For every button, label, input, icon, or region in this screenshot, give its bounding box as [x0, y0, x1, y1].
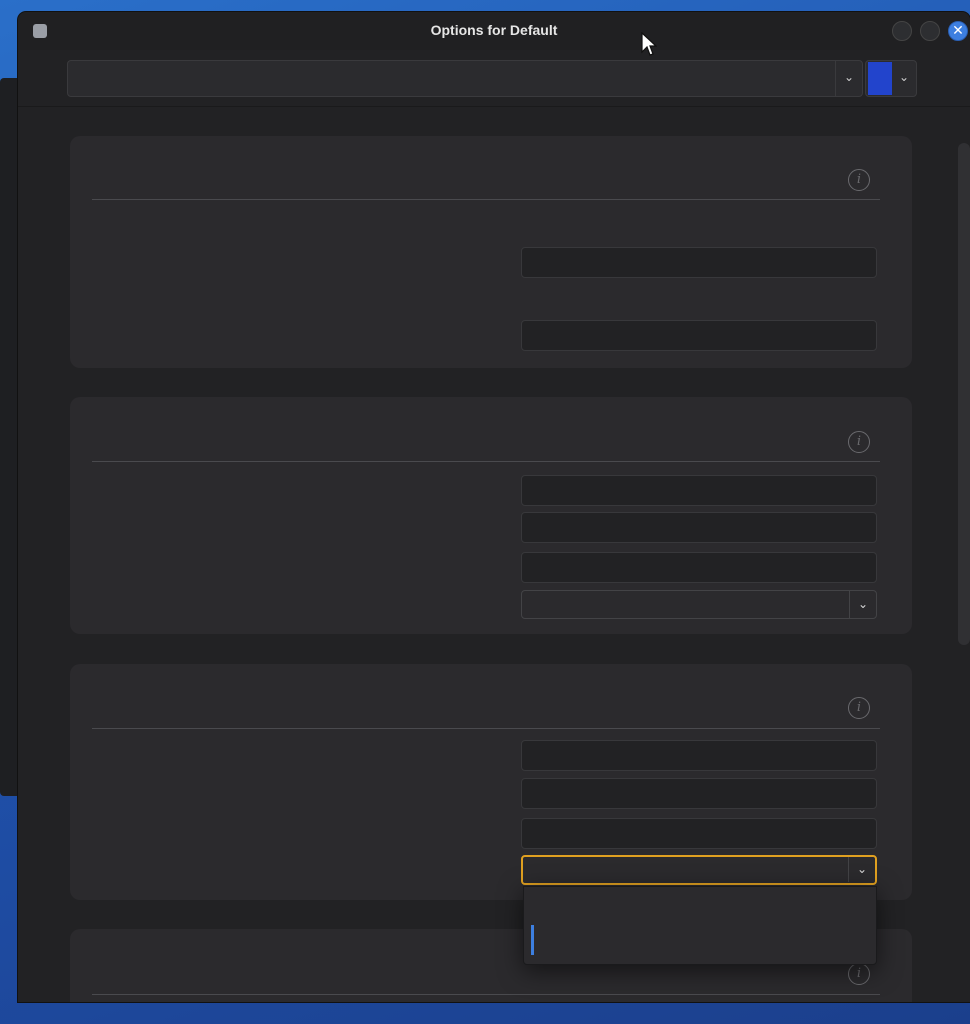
chevron-down-icon[interactable]: ⌄: [892, 61, 916, 96]
section-divider: [92, 199, 880, 200]
dropdown-select-focused[interactable]: ⌄: [521, 855, 877, 885]
selection-indicator: [531, 925, 534, 955]
maximize-button[interactable]: [920, 21, 940, 41]
info-icon[interactable]: i: [848, 431, 870, 453]
vertical-scrollbar[interactable]: [958, 143, 970, 645]
close-button[interactable]: ✕: [948, 21, 968, 41]
dropdown-popup-list[interactable]: [523, 886, 877, 965]
color-swatch: [868, 62, 892, 95]
chevron-down-icon[interactable]: ⌄: [835, 61, 862, 96]
minimize-button[interactable]: [892, 21, 912, 41]
close-icon: ✕: [952, 23, 964, 39]
options-dialog: Options for Default ✕ ⌄ ⌄ i i ⌄ i ⌄ i: [18, 12, 970, 1002]
options-section-1: i: [70, 136, 912, 368]
text-field[interactable]: [521, 818, 877, 849]
chevron-down-icon[interactable]: ⌄: [848, 857, 875, 882]
color-picker-button[interactable]: ⌄: [865, 60, 917, 97]
text-field[interactable]: [521, 247, 877, 278]
info-icon[interactable]: i: [848, 169, 870, 191]
section-divider: [92, 461, 880, 462]
info-icon[interactable]: i: [848, 697, 870, 719]
mouse-pointer-icon: [641, 32, 657, 56]
options-section-2: i ⌄: [70, 397, 912, 634]
section-divider: [92, 728, 880, 729]
text-field[interactable]: [521, 740, 877, 771]
text-field[interactable]: [521, 552, 877, 583]
chevron-down-icon[interactable]: ⌄: [849, 591, 876, 618]
text-field[interactable]: [521, 320, 877, 351]
profile-combo[interactable]: ⌄: [67, 60, 863, 97]
options-scroll-area[interactable]: i i ⌄ i ⌄ i: [18, 107, 970, 1002]
toolbar: ⌄ ⌄: [18, 50, 970, 107]
text-field[interactable]: [521, 475, 877, 506]
dropdown-select[interactable]: ⌄: [521, 590, 877, 619]
window-title: Options for Default: [430, 22, 558, 38]
text-field[interactable]: [521, 778, 877, 809]
text-field[interactable]: [521, 512, 877, 543]
title-bar[interactable]: Options for Default ✕: [18, 12, 970, 50]
options-section-3: i ⌄: [70, 664, 912, 900]
section-divider: [92, 994, 880, 995]
info-icon[interactable]: i: [848, 963, 870, 985]
